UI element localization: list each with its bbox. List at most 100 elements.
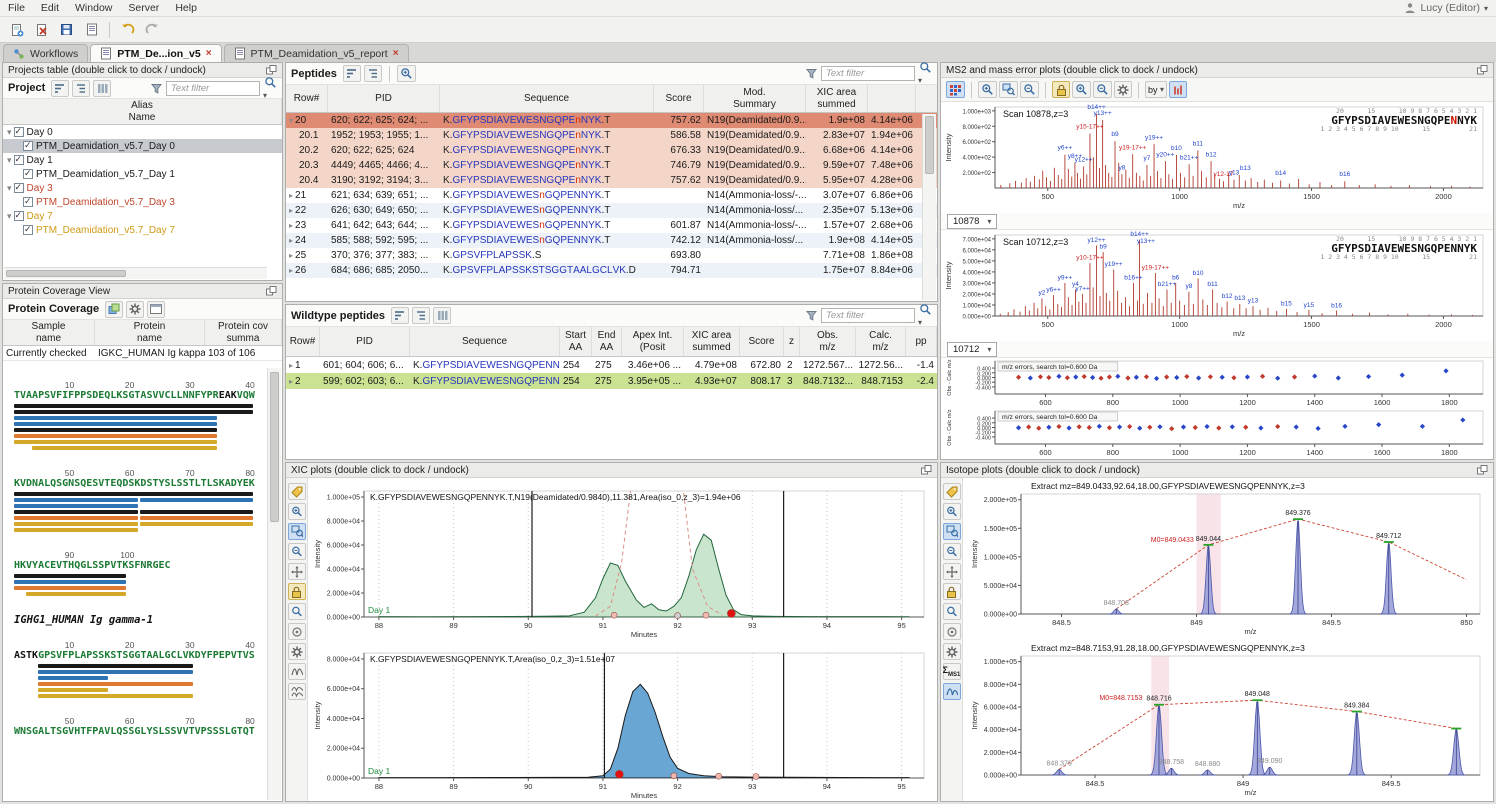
tree-view-button[interactable] bbox=[72, 80, 90, 97]
column-header[interactable]: z bbox=[784, 327, 800, 356]
coverage-bar[interactable] bbox=[14, 422, 217, 426]
menu-file[interactable]: File bbox=[8, 2, 25, 14]
project-tree-row[interactable]: ▾Day 0 bbox=[3, 125, 282, 139]
lock-icon[interactable] bbox=[288, 583, 306, 600]
checkbox[interactable] bbox=[14, 127, 24, 137]
coverage-bar[interactable] bbox=[140, 510, 252, 514]
coverage-bar[interactable] bbox=[38, 670, 193, 674]
project-tree-row[interactable]: ▾Day 3 bbox=[3, 181, 282, 195]
save-button[interactable] bbox=[55, 19, 78, 40]
column-header[interactable]: Sequence bbox=[410, 327, 560, 356]
column-header[interactable]: Obs. m/z bbox=[800, 327, 856, 356]
tree-view-button[interactable] bbox=[412, 307, 430, 324]
coverage-bar[interactable] bbox=[38, 664, 193, 668]
coverage-bar[interactable] bbox=[140, 522, 252, 526]
zoom-out-y-button[interactable] bbox=[1093, 81, 1112, 98]
zoom-out-icon[interactable] bbox=[288, 543, 306, 560]
peak-bars-button[interactable] bbox=[1169, 81, 1187, 98]
search-icon[interactable]: ▾ bbox=[264, 76, 277, 101]
project-tree-row[interactable]: PTM_Deamidation_v5.7_Day 7 bbox=[3, 223, 282, 237]
checkbox[interactable] bbox=[23, 197, 33, 207]
zoom-out-icon[interactable] bbox=[943, 543, 961, 560]
mass-error-plot-2[interactable]: 600800100012001400160018000.4000.2000.00… bbox=[941, 408, 1493, 458]
coverage-bar[interactable] bbox=[14, 428, 217, 432]
checkbox[interactable] bbox=[23, 225, 33, 235]
menu-window[interactable]: Window bbox=[75, 2, 112, 14]
column-header-sample[interactable]: Sample name bbox=[3, 320, 95, 345]
coverage-bar[interactable] bbox=[38, 694, 193, 698]
new-workflow-button[interactable] bbox=[5, 19, 28, 40]
menu-server[interactable]: Server bbox=[128, 2, 159, 14]
column-header[interactable]: pp bbox=[906, 327, 937, 356]
coverage-bar[interactable] bbox=[14, 410, 253, 414]
project-tree-row[interactable]: ▾Day 1 bbox=[3, 153, 282, 167]
undock-icon[interactable] bbox=[921, 465, 932, 475]
wildtype-row[interactable]: ▸1601; 604; 606; 6...K.GFYPSDIAVEWESNGQP… bbox=[286, 357, 937, 373]
close-icon[interactable]: × bbox=[206, 48, 212, 59]
column-header[interactable]: XIC area summed bbox=[684, 327, 740, 356]
zoom-in-icon[interactable] bbox=[943, 503, 961, 520]
filter-funnel-icon[interactable] bbox=[151, 83, 162, 94]
tag-icon[interactable] bbox=[288, 483, 306, 500]
zoom-area-icon[interactable] bbox=[943, 523, 961, 540]
zoom-small-icon[interactable] bbox=[943, 603, 961, 620]
column-header[interactable]: Apex Int. (Posit bbox=[622, 327, 684, 356]
peptide-row[interactable]: 20.34449; 4465; 4466; 4...K.GFYPSDIAVEWE… bbox=[286, 158, 937, 173]
target-icon[interactable] bbox=[288, 623, 306, 640]
coverage-bar[interactable] bbox=[38, 688, 108, 692]
annotate-by-dropdown[interactable]: by ▾ bbox=[1145, 81, 1167, 98]
coverage-bar[interactable] bbox=[14, 492, 253, 496]
vertical-scrollbar[interactable] bbox=[922, 114, 936, 300]
expand-icon[interactable]: ▾ bbox=[7, 155, 12, 166]
coverage-bar[interactable] bbox=[140, 516, 252, 520]
columns-button[interactable] bbox=[433, 307, 451, 324]
coverage-bar[interactable] bbox=[38, 682, 193, 686]
peptide-row[interactable]: ▸24585; 588; 592; 595; ...K.GFYPSDIAVEWE… bbox=[286, 233, 937, 248]
vertical-scrollbar[interactable] bbox=[267, 368, 281, 800]
peptides-text-filter[interactable] bbox=[821, 66, 915, 81]
coverage-bar[interactable] bbox=[14, 504, 138, 508]
sort-button[interactable] bbox=[51, 80, 69, 97]
scan-selector-10878[interactable]: 10878▾ bbox=[947, 214, 997, 229]
coverage-bar[interactable] bbox=[38, 676, 108, 680]
lock-icon[interactable] bbox=[943, 583, 961, 600]
undock-icon[interactable] bbox=[1477, 65, 1488, 75]
coverage-bar[interactable] bbox=[14, 580, 126, 584]
undock-icon[interactable] bbox=[266, 65, 277, 75]
wave-icon[interactable] bbox=[943, 683, 961, 700]
coverage-bar[interactable] bbox=[26, 592, 126, 596]
mass-error-plot-1[interactable]: 600800100012001400160018000.4000.2000.00… bbox=[941, 358, 1493, 408]
coverage-bar[interactable] bbox=[14, 434, 217, 438]
gear-icon[interactable] bbox=[288, 643, 306, 660]
sigma-icon[interactable]: ΣMS1 bbox=[943, 663, 961, 680]
zoom-in-icon[interactable] bbox=[288, 503, 306, 520]
zoom-out-button[interactable] bbox=[1020, 81, 1039, 98]
coverage-bar[interactable] bbox=[14, 440, 217, 444]
tree-view-button[interactable] bbox=[364, 65, 382, 82]
window-button[interactable] bbox=[147, 301, 165, 318]
project-tree-row[interactable]: PTM_Deamidation_v5.7_Day 0 bbox=[3, 139, 282, 153]
column-header-coverage[interactable]: Protein cov summa bbox=[205, 320, 282, 345]
coverage-bar[interactable] bbox=[14, 574, 126, 578]
sort-button[interactable] bbox=[343, 65, 361, 82]
zoom-area-icon[interactable] bbox=[288, 523, 306, 540]
column-header-alias-name[interactable]: Alias Name bbox=[3, 99, 282, 124]
redo-button[interactable] bbox=[141, 19, 164, 40]
settings-button[interactable] bbox=[1114, 81, 1132, 98]
matrix-view-button[interactable] bbox=[946, 81, 965, 98]
tab-workflows[interactable]: Workflows bbox=[3, 44, 88, 62]
lock-button[interactable] bbox=[1052, 81, 1070, 98]
tab-ptm-deamidation-v5-report[interactable]: PTM_Deamidation_v5_report× bbox=[224, 44, 409, 62]
zoom-in-button[interactable] bbox=[978, 81, 997, 98]
pan-icon[interactable] bbox=[943, 563, 961, 580]
coverage-bar[interactable] bbox=[14, 498, 138, 502]
peptide-row[interactable]: ▾20620; 622; 625; 624; ...K.GFYPSDIAVEWE… bbox=[286, 113, 937, 128]
target-icon[interactable] bbox=[943, 623, 961, 640]
close-icon[interactable]: × bbox=[393, 48, 399, 59]
coverage-bar[interactable] bbox=[140, 498, 252, 502]
column-header[interactable]: Score bbox=[740, 327, 784, 356]
zoom-in-y-button[interactable] bbox=[1072, 81, 1091, 98]
column-header[interactable]: Row# bbox=[286, 85, 328, 112]
curve-icon[interactable] bbox=[288, 663, 306, 680]
column-header[interactable]: Score bbox=[654, 85, 704, 112]
